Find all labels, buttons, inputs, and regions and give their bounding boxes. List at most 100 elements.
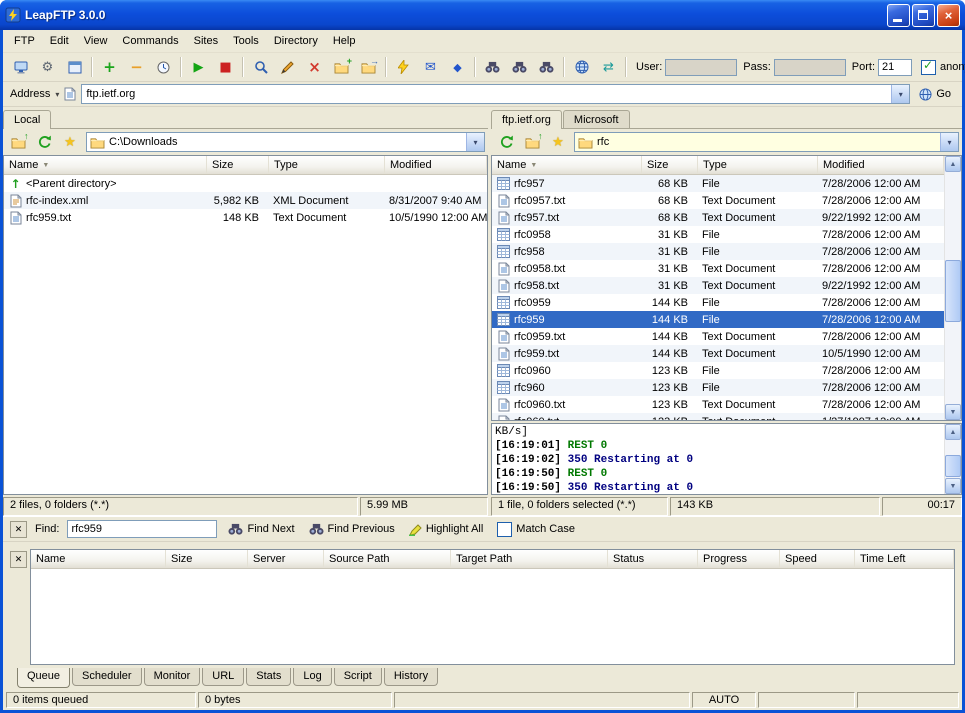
- queue-column-server[interactable]: Server: [248, 550, 324, 568]
- column-header-type[interactable]: Type: [269, 156, 385, 174]
- queue-list-body[interactable]: [31, 569, 954, 664]
- file-row[interactable]: ↑<Parent directory>: [4, 175, 487, 192]
- remote-list-scrollbar[interactable]: ▲ ▼: [944, 156, 961, 420]
- scroll-up-button[interactable]: ▲: [945, 424, 961, 440]
- tab-url[interactable]: URL: [202, 668, 244, 686]
- file-row[interactable]: rfc960123 KBFile7/28/2006 12:00 AM: [492, 379, 944, 396]
- go-button[interactable]: Go: [915, 87, 955, 102]
- tab-script[interactable]: Script: [334, 668, 382, 686]
- log-output[interactable]: KB/s][16:19:01] REST 0[16:19:02] 350 Res…: [492, 424, 944, 494]
- address-label[interactable]: Address: [10, 88, 50, 100]
- tab-queue[interactable]: Queue: [17, 668, 70, 688]
- file-row[interactable]: rfc0960.txt123 KBText Document7/28/2006 …: [492, 396, 944, 413]
- scroll-down-button[interactable]: ▼: [945, 404, 961, 420]
- column-header-size[interactable]: Size: [642, 156, 698, 174]
- highlight-all-button[interactable]: Highlight All: [406, 521, 486, 538]
- scroll-track[interactable]: [945, 440, 961, 478]
- file-row[interactable]: rfc959.txt144 KBText Document10/5/1990 1…: [492, 345, 944, 362]
- local-path-combo[interactable]: C:\Downloads ▾: [86, 132, 485, 152]
- close-button[interactable]: ×: [937, 4, 960, 27]
- view-button[interactable]: [247, 55, 274, 80]
- web-button[interactable]: [568, 55, 595, 80]
- match-case-checkbox[interactable]: ✓ Match Case: [494, 520, 578, 539]
- find-files-button[interactable]: [506, 55, 533, 80]
- queue-column-target-path[interactable]: Target Path: [451, 550, 608, 568]
- local-path-dropdown-arrow[interactable]: ▾: [466, 133, 484, 151]
- menu-item-edit[interactable]: Edit: [43, 32, 76, 50]
- tab-stats[interactable]: Stats: [246, 668, 291, 686]
- find-next-button[interactable]: Find Next: [225, 521, 297, 537]
- file-row[interactable]: rfc959.txt148 KBText Document10/5/1990 1…: [4, 209, 487, 226]
- column-header-modified[interactable]: Modified: [818, 156, 944, 174]
- menu-item-view[interactable]: View: [77, 32, 115, 50]
- column-header-name[interactable]: Name▼: [4, 156, 207, 174]
- menu-item-sites[interactable]: Sites: [187, 32, 225, 50]
- file-row[interactable]: rfc0959144 KBFile7/28/2006 12:00 AM: [492, 294, 944, 311]
- new-folder-button[interactable]: +: [328, 55, 355, 80]
- column-header-name[interactable]: Name▼: [492, 156, 642, 174]
- scroll-thumb[interactable]: [945, 455, 961, 477]
- find-next-button[interactable]: [533, 55, 560, 80]
- sync-button[interactable]: ◆: [444, 55, 471, 80]
- start-button[interactable]: ▶: [185, 55, 212, 80]
- favorites-button[interactable]: ★: [546, 131, 570, 153]
- file-row[interactable]: rfc0958.txt31 KBText Document7/28/2006 1…: [492, 260, 944, 277]
- queue-column-speed[interactable]: Speed: [780, 550, 855, 568]
- menu-item-commands[interactable]: Commands: [115, 32, 185, 50]
- refresh-button[interactable]: [32, 131, 56, 153]
- delete-button[interactable]: ×: [301, 55, 328, 80]
- file-row[interactable]: rfc957.txt68 KBText Document9/22/1992 12…: [492, 209, 944, 226]
- goto-folder-button[interactable]: →: [355, 55, 382, 80]
- scroll-down-button[interactable]: ▼: [945, 478, 961, 494]
- quick-connect-button[interactable]: [390, 55, 417, 80]
- file-row[interactable]: rfc-index.xml5,982 KBXML Document8/31/20…: [4, 192, 487, 209]
- favorites-button[interactable]: ★: [58, 131, 82, 153]
- remote-path-combo[interactable]: rfc ▾: [574, 132, 959, 152]
- remote-path-dropdown-arrow[interactable]: ▾: [940, 133, 958, 151]
- address-dropdown-arrow[interactable]: ▾: [891, 85, 909, 103]
- refresh-button[interactable]: [494, 131, 518, 153]
- file-row[interactable]: rfc0960123 KBFile7/28/2006 12:00 AM: [492, 362, 944, 379]
- remote-list-body[interactable]: rfc95768 KBFile7/28/2006 12:00 AMrfc0957…: [492, 175, 944, 420]
- file-row[interactable]: rfc095831 KBFile7/28/2006 12:00 AM: [492, 226, 944, 243]
- queue-column-progress[interactable]: Progress: [698, 550, 780, 568]
- tab-microsoft[interactable]: Microsoft: [563, 110, 630, 128]
- file-row[interactable]: rfc0959.txt144 KBText Document7/28/2006 …: [492, 328, 944, 345]
- tab-log[interactable]: Log: [293, 668, 331, 686]
- find-close-button[interactable]: ✕: [10, 521, 27, 538]
- queue-column-name[interactable]: Name: [31, 550, 166, 568]
- file-row[interactable]: rfc95768 KBFile7/28/2006 12:00 AM: [492, 175, 944, 192]
- address-combo[interactable]: ftp.ietf.org ▾: [81, 84, 910, 104]
- log-scrollbar[interactable]: ▲ ▼: [944, 424, 961, 494]
- port-field[interactable]: [878, 59, 912, 76]
- find-button[interactable]: [479, 55, 506, 80]
- menu-item-directory[interactable]: Directory: [267, 32, 325, 50]
- folder-up-button[interactable]: ↑: [6, 131, 30, 153]
- queue-close-button[interactable]: ✕: [10, 551, 27, 568]
- tab-ftp-ietf-org[interactable]: ftp.ietf.org: [491, 110, 562, 129]
- file-row[interactable]: rfc960.txt123 KBText Document1/27/1997 1…: [492, 413, 944, 420]
- queue-column-source-path[interactable]: Source Path: [324, 550, 451, 568]
- find-input[interactable]: [67, 520, 217, 538]
- anonymous-checkbox[interactable]: ✓: [921, 60, 936, 75]
- swap-button[interactable]: ⇄: [595, 55, 622, 80]
- connect-button[interactable]: [7, 55, 34, 80]
- scroll-up-button[interactable]: ▲: [945, 156, 961, 172]
- column-header-size[interactable]: Size: [207, 156, 269, 174]
- maximize-button[interactable]: [912, 4, 935, 27]
- mail-button[interactable]: ✉: [417, 55, 444, 80]
- tab-monitor[interactable]: Monitor: [144, 668, 201, 686]
- site-manager-button[interactable]: [61, 55, 88, 80]
- column-header-modified[interactable]: Modified: [385, 156, 487, 174]
- queue-column-size[interactable]: Size: [166, 550, 248, 568]
- menu-item-help[interactable]: Help: [326, 32, 363, 50]
- find-previous-button[interactable]: Find Previous: [306, 521, 398, 537]
- file-row[interactable]: rfc95831 KBFile7/28/2006 12:00 AM: [492, 243, 944, 260]
- scroll-track[interactable]: [945, 172, 961, 404]
- tab-local[interactable]: Local: [3, 110, 51, 129]
- options-button[interactable]: ⚙: [34, 55, 61, 80]
- menu-item-tools[interactable]: Tools: [226, 32, 266, 50]
- queue-column-status[interactable]: Status: [608, 550, 698, 568]
- local-list-body[interactable]: ↑<Parent directory>rfc-index.xml5,982 KB…: [4, 175, 487, 494]
- add-button[interactable]: +: [96, 55, 123, 80]
